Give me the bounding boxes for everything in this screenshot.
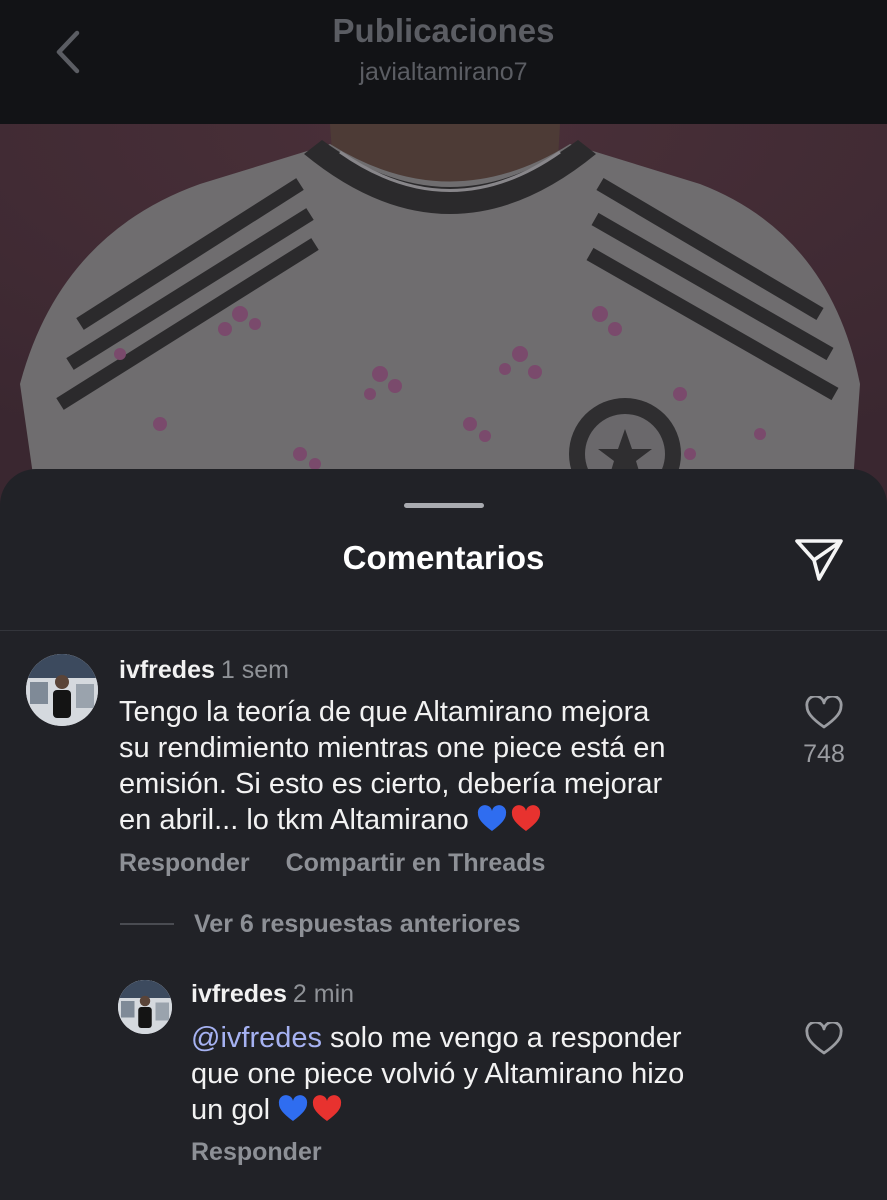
- red-heart-emoji-icon: [312, 1095, 342, 1121]
- comment-timestamp: 2 min: [292, 980, 355, 1008]
- comment-text-line-last: en abril... lo tkm Altamirano: [119, 802, 759, 838]
- user-photo-icon: [118, 980, 172, 1034]
- comment-text-line: emisión. Si esto es cierto, debería mejo…: [119, 768, 663, 800]
- post-photo[interactable]: [0, 124, 887, 524]
- comment-actions: Responder: [191, 1138, 791, 1167]
- comment-text-line: un gol: [191, 1094, 271, 1126]
- user-photo-icon: [26, 654, 98, 726]
- jersey-photo-illustration: [0, 124, 887, 524]
- share-to-threads-button[interactable]: Compartir en Threads: [286, 849, 546, 877]
- avatar[interactable]: [118, 980, 172, 1034]
- paper-plane-icon: [795, 539, 843, 581]
- comment-meta: ivfredes 1 sem: [119, 654, 759, 686]
- blue-heart-emoji-icon: [278, 1095, 308, 1121]
- comment-text-line: que one piece volvió y Altamirano hizo: [191, 1058, 685, 1090]
- comment-username[interactable]: ivfredes: [191, 980, 287, 1008]
- like-control: [792, 1022, 856, 1056]
- avatar[interactable]: [26, 654, 98, 726]
- comment-body: ivfredes 1 sem Tengo la teoría de que Alt…: [119, 654, 759, 878]
- blue-heart-emoji-icon: [477, 805, 506, 831]
- like-control: 748: [792, 696, 856, 769]
- sheet-divider: [0, 630, 887, 631]
- sheet-title: Comentarios: [342, 539, 545, 576]
- reply-button[interactable]: Responder: [191, 1138, 322, 1166]
- heart-outline-icon[interactable]: [805, 696, 843, 730]
- comment-text-line: Tengo la teoría de que Altamirano mejora: [119, 696, 650, 728]
- comment-text-line: solo me vengo a responder: [330, 1022, 682, 1054]
- comment-meta: ivfredes 2 min: [191, 978, 791, 1010]
- top-navigation-bar: Publicaciones javialtamirano7: [0, 0, 887, 124]
- view-replies-label[interactable]: Ver 6 respuestas anteriores: [194, 910, 521, 939]
- share-button[interactable]: [791, 531, 847, 587]
- thread-line: [120, 923, 174, 925]
- comment-text-line: su rendimiento mientras one piece está e…: [119, 732, 666, 764]
- sheet-grabber-handle[interactable]: [404, 503, 484, 508]
- comment-actions: Responder Compartir en Threads: [119, 849, 759, 878]
- comment-text-line-first: @ivfredes solo me vengo a responder: [191, 1020, 791, 1056]
- comment-timestamp: 1 sem: [220, 656, 289, 684]
- like-count: 748: [803, 740, 845, 768]
- red-heart-emoji-icon: [511, 805, 540, 831]
- comment-username[interactable]: ivfredes: [119, 656, 215, 684]
- reply-button[interactable]: Responder: [119, 849, 250, 877]
- comment-text-line: en abril... lo tkm Altamirano: [119, 804, 469, 836]
- comment-body: ivfredes 2 min @ivfredes solo me vengo a …: [191, 978, 791, 1167]
- comment-text-line-last: un gol: [191, 1092, 791, 1128]
- comment-text: Tengo la teoría de que Altamirano mejora…: [119, 694, 759, 838]
- heart-outline-icon[interactable]: [805, 1022, 843, 1056]
- mention-link[interactable]: @ivfredes: [191, 1022, 322, 1054]
- view-previous-replies[interactable]: Ver 6 respuestas anteriores: [120, 906, 620, 942]
- comment-text: @ivfredes solo me vengo a responder que …: [191, 1020, 791, 1128]
- account-username[interactable]: javialtamirano7: [0, 58, 887, 87]
- page-title: Publicaciones: [332, 12, 555, 49]
